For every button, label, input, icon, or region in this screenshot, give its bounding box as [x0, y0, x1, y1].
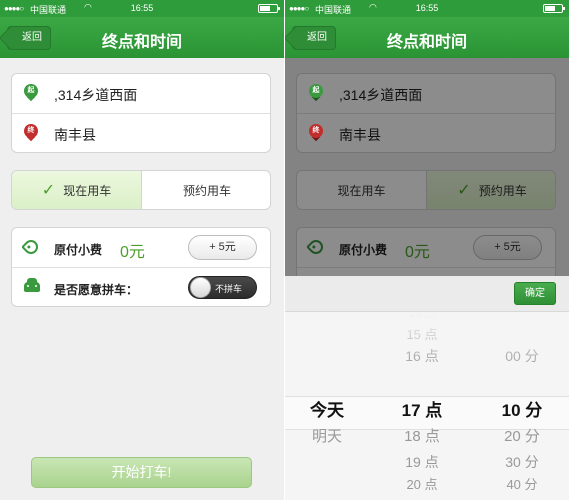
time-picker-panel: 确定 今天 明天 14 点 15 点 16 点 17 点 18 点 19 点 2…: [285, 276, 569, 500]
carpool-toggle[interactable]: 不拼车: [188, 276, 257, 299]
end-location-text: 南丰县: [54, 127, 96, 143]
screen-reserve-ride: ●●●●○ 中国联通 ◠ 16:55 返回 终点和时间 起 ,314乡道西面 终…: [285, 0, 569, 500]
minute-option[interactable]: 10 分: [475, 396, 569, 421]
carpool-label: 是否愿意拼车：: [54, 283, 139, 297]
picker-toolbar: 确定: [285, 276, 569, 312]
minute-option[interactable]: 20 分: [475, 425, 569, 446]
end-pin-icon: 终: [24, 124, 38, 142]
options-card: 原付小费 0元 + 5元 是否愿意拼车： 不拼车: [11, 227, 271, 307]
hour-option[interactable]: 15 点: [375, 324, 469, 343]
car-icon: [24, 278, 40, 292]
battery-icon: [258, 4, 280, 13]
nav-bar: 返回 终点和时间: [285, 17, 569, 58]
ride-mode-segment: ✓ 现在用车 预约用车: [11, 170, 271, 210]
minute-option[interactable]: 00 分: [475, 346, 569, 366]
hour-option[interactable]: 20 点: [375, 474, 469, 493]
battery-icon: [543, 4, 565, 13]
end-location-row[interactable]: 终 南丰县: [12, 114, 270, 152]
hour-wheel[interactable]: 14 点 15 点 16 点 17 点 18 点 19 点 20 点: [375, 312, 469, 500]
checkmark-icon: ✓: [41, 182, 56, 199]
hour-option[interactable]: 18 点: [375, 425, 469, 446]
tip-row: 原付小费 0元 + 5元: [12, 228, 270, 268]
day-option[interactable]: 明天: [285, 425, 369, 446]
status-time: 16:55: [415, 3, 439, 13]
toggle-knob: [190, 277, 211, 298]
location-card: 起 ,314乡道西面 终 南丰县: [11, 73, 271, 153]
price-tag-icon: [21, 237, 41, 257]
hour-option[interactable]: 19 点: [375, 452, 469, 472]
carpool-toggle-text: 不拼车: [215, 284, 243, 294]
day-option[interactable]: 今天: [285, 396, 369, 421]
screens-container: ●●●●○ 中国联通 ◠ 16:55 返回 终点和时间 起 ,314乡道西面 终…: [0, 0, 569, 500]
start-location-text: ,314乡道西面: [54, 87, 138, 103]
tip-value: 0元: [120, 244, 145, 261]
status-bar: ●●●●○ 中国联通 ◠ 16:55: [0, 0, 284, 17]
status-time: 16:55: [130, 3, 154, 13]
page-title: 终点和时间: [101, 34, 182, 51]
screen-current-ride: ●●●●○ 中国联通 ◠ 16:55 返回 终点和时间 起 ,314乡道西面 终…: [0, 0, 284, 500]
reserve-ride-button[interactable]: 预约用车: [142, 171, 270, 209]
hour-option[interactable]: 14 点: [375, 312, 469, 321]
now-ride-button[interactable]: ✓ 现在用车: [12, 171, 142, 209]
page-title: 终点和时间: [386, 34, 467, 51]
minute-option[interactable]: 40 分: [475, 474, 569, 493]
minute-wheel[interactable]: 00 分 10 分 20 分 30 分 40 分: [475, 312, 569, 500]
nav-bar: 返回 终点和时间: [0, 17, 284, 58]
minute-option[interactable]: 30 分: [475, 452, 569, 472]
dim-overlay[interactable]: [285, 58, 569, 276]
confirm-button[interactable]: 确定: [514, 282, 556, 305]
add-tip-button[interactable]: + 5元: [188, 235, 257, 260]
start-location-row[interactable]: 起 ,314乡道西面: [12, 74, 270, 114]
start-ride-button[interactable]: 开始打车!: [31, 457, 252, 488]
status-bar: ●●●●○ 中国联通 ◠ 16:55: [285, 0, 569, 17]
day-wheel[interactable]: 今天 明天: [285, 312, 369, 500]
tip-label: 原付小费: [54, 243, 103, 257]
start-pin-icon: 起: [24, 84, 38, 102]
carpool-row: 是否愿意拼车： 不拼车: [12, 268, 270, 306]
hour-option[interactable]: 17 点: [375, 396, 469, 421]
hour-option[interactable]: 16 点: [375, 346, 469, 366]
